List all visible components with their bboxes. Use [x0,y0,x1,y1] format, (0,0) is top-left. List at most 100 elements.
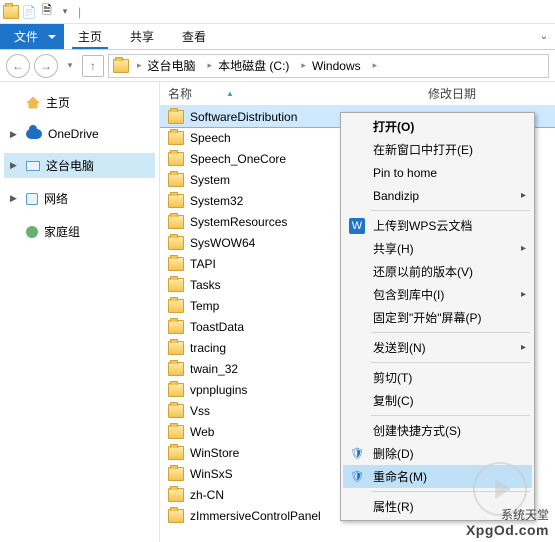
tab-home[interactable]: 主页 [64,24,116,49]
file-name: Tasks [190,278,221,292]
qat-properties-icon[interactable]: 📄 [22,5,36,19]
file-name: zImmersiveControlPanel [190,509,321,523]
file-name: Vss [190,404,210,418]
column-header[interactable]: 名称 ▲ 修改日期 [160,82,555,106]
folder-icon [168,110,184,124]
file-name: Speech [190,131,231,145]
file-name: tracing [190,341,226,355]
folder-icon [168,509,184,523]
ctx-send-to[interactable]: 发送到(N) [343,336,532,359]
address-icon [113,59,129,73]
ctx-separator [371,362,530,363]
file-name: ToastData [190,320,244,334]
pc-icon [26,161,40,171]
tab-share[interactable]: 共享 [116,24,168,49]
folder-icon [168,152,184,166]
ctx-previous-versions[interactable]: 还原以前的版本(V) [343,260,532,283]
folder-icon [168,362,184,376]
folder-icon [168,257,184,271]
context-menu: 打开(O) 在新窗口中打开(E) Pin to home Bandizip W上… [340,112,535,521]
ctx-separator [371,332,530,333]
file-name: Web [190,425,214,439]
file-name: Temp [190,299,219,313]
qat-dropdown-icon[interactable]: ▾ [58,5,72,19]
folder-icon [168,131,184,145]
file-name: zh-CN [190,488,224,502]
crumb-folder[interactable]: Windows [312,59,361,73]
ctx-copy[interactable]: 复制(C) [343,389,532,412]
wps-icon: W [349,218,365,234]
ctx-open-new-window[interactable]: 在新窗口中打开(E) [343,138,532,161]
file-name: SystemResources [190,215,287,229]
folder-icon [168,383,184,397]
address-bar-row: ← → ▾ ↑ ▸这台电脑 ▸本地磁盘 (C:) ▸Windows ▸ [0,50,555,82]
homegroup-icon [26,226,38,238]
folder-icon [168,278,184,292]
watermark: 系统天堂 XpgOd.com [466,509,549,538]
ctx-include-library[interactable]: 包含到库中(I) [343,283,532,306]
ribbon-expand-icon[interactable]: ⌄ [533,24,555,49]
folder-icon [168,173,184,187]
ctx-create-shortcut[interactable]: 创建快捷方式(S) [343,419,532,442]
ctx-open[interactable]: 打开(O) [343,115,532,138]
title-bar: 📄 🗎 ▾ | [0,0,555,24]
ctx-pin-home[interactable]: Pin to home [343,161,532,184]
ctx-bandizip[interactable]: Bandizip [343,184,532,207]
chevron-right-icon[interactable]: ▶ [10,129,17,140]
crumb-drive[interactable]: 本地磁盘 (C:) [218,57,289,74]
nav-this-pc[interactable]: ▶这台电脑 [4,153,155,178]
address-bar[interactable]: ▸这台电脑 ▸本地磁盘 (C:) ▸Windows ▸ [108,54,549,78]
file-name: Speech_OneCore [190,152,286,166]
ctx-cut[interactable]: 剪切(T) [343,366,532,389]
chevron-right-icon[interactable]: ▶ [10,193,17,204]
file-name: WinStore [190,446,239,460]
network-icon [26,193,38,205]
folder-icon [168,425,184,439]
navigation-pane: 主页 ▶OneDrive ▶这台电脑 ▶网络 家庭组 [0,82,160,542]
file-name: vpnplugins [190,383,247,397]
ctx-separator [371,210,530,211]
cloud-icon [26,129,42,139]
folder-icon [168,236,184,250]
ctx-share[interactable]: 共享(H) [343,237,532,260]
file-name: TAPI [190,257,216,271]
chevron-right-icon[interactable]: ▶ [10,160,17,171]
folder-icon [168,194,184,208]
nav-homegroup[interactable]: 家庭组 [4,219,155,244]
folder-icon [168,320,184,334]
folder-icon [168,404,184,418]
nav-forward-button[interactable]: → [34,54,58,78]
shield-icon: 🛡 [349,469,365,485]
nav-back-button[interactable]: ← [6,54,30,78]
app-icon [4,5,18,19]
home-icon [26,97,40,109]
file-name: twain_32 [190,362,238,376]
shield-icon: 🛡 [349,446,365,462]
folder-icon [168,215,184,229]
file-name: System [190,173,230,187]
crumb-pc[interactable]: 这台电脑 [148,57,196,74]
folder-icon [168,299,184,313]
file-name: System32 [190,194,243,208]
file-name: SoftwareDistribution [190,110,297,124]
nav-history-dropdown[interactable]: ▾ [62,58,78,74]
nav-onedrive[interactable]: ▶OneDrive [4,123,155,145]
col-date-label[interactable]: 修改日期 [428,85,555,102]
file-name: SysWOW64 [190,236,255,250]
sort-asc-icon: ▲ [226,89,234,98]
ctx-separator [371,415,530,416]
tab-view[interactable]: 查看 [168,24,220,49]
nav-home[interactable]: 主页 [4,90,155,115]
nav-network[interactable]: ▶网络 [4,186,155,211]
qat-copy-icon[interactable]: 🗎 [40,5,54,19]
ctx-pin-start[interactable]: 固定到"开始"屏幕(P) [343,306,532,329]
ribbon-tabs: 文件 主页 共享 查看 ⌄ [0,24,555,50]
nav-up-button[interactable]: ↑ [82,55,104,77]
tab-file[interactable]: 文件 [0,24,64,49]
folder-icon [168,341,184,355]
ctx-wps-upload[interactable]: W上传到WPS云文档 [343,214,532,237]
col-name-label[interactable]: 名称 [168,85,192,102]
folder-icon [168,446,184,460]
folder-icon [168,488,184,502]
folder-icon [168,467,184,481]
